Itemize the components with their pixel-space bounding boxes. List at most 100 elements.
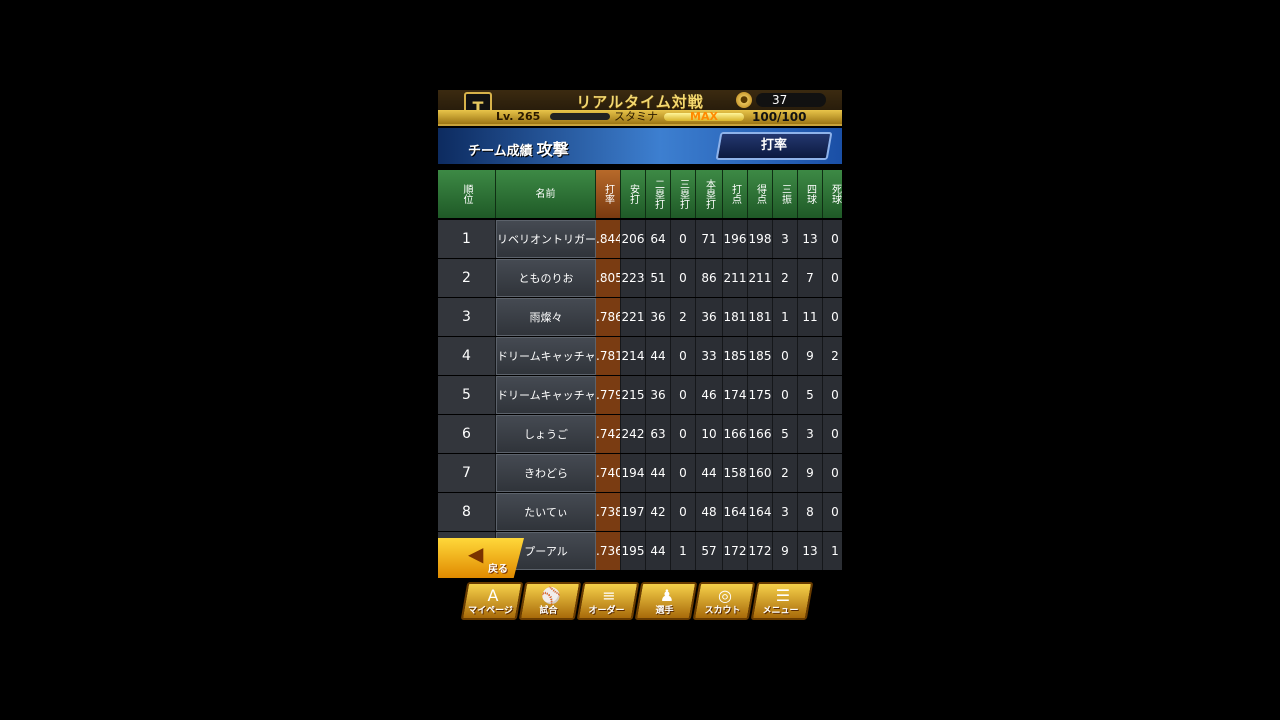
stat-cell: 57	[696, 532, 723, 570]
stat-cell: .736	[596, 532, 621, 570]
bottom-nav: A マイページ ⚾ 試合 ≡ オーダー ♟ 選手 ◎ スカウト ☰ メニュー	[438, 580, 842, 625]
stat-cell: 194	[621, 454, 646, 492]
level-stamina-bar: Lv. 265 スタミナ MAX 100/100	[438, 110, 842, 124]
table-row[interactable]: 2 とものりお .805 223 51 0 86 211 211 2 7 0	[438, 259, 842, 297]
table-row[interactable]: 5 ドリームキャッチャー .779 215 36 0 46 174 175 0 5 0	[438, 376, 842, 414]
table-row[interactable]: 1 リベリオントリガー .844 206 64 0 71 196 198 3 13 0	[438, 220, 842, 258]
player-name-cell[interactable]: 雨燦々	[496, 298, 596, 336]
stat-cell: 215	[621, 376, 646, 414]
stat-cell: 181	[723, 298, 748, 336]
stat-cell: 0	[823, 220, 842, 258]
player-name-cell[interactable]: ドリームキャッチャー	[496, 337, 596, 375]
nav-label: 試合	[539, 606, 558, 616]
stat-cell: 0	[671, 493, 696, 531]
stat-cell: 2	[773, 259, 798, 297]
stat-cell: 0	[671, 376, 696, 414]
nav-label: オーダー	[588, 606, 625, 616]
stat-cell: 71	[696, 220, 723, 258]
stat-cell: 0	[671, 259, 696, 297]
stat-cell: 2	[823, 337, 842, 375]
nav-button[interactable]: ⚾ 試合	[518, 582, 582, 620]
stat-cell: 0	[823, 493, 842, 531]
section-header: チーム成績 攻撃 打率	[438, 128, 842, 164]
stat-cell: 158	[723, 454, 748, 492]
stat-cell: 164	[723, 493, 748, 531]
table-row[interactable]: 6 しょうご .742 242 63 0 10 166 166 5 3 0	[438, 415, 842, 453]
rank-cell: 4	[438, 337, 496, 375]
rank-cell: 7	[438, 454, 496, 492]
player-name-cell[interactable]: とものりお	[496, 259, 596, 297]
stat-cell: 166	[723, 415, 748, 453]
back-button[interactable]: ◀ 戻る	[438, 538, 524, 578]
stat-cell: 51	[646, 259, 671, 297]
stat-sort-label: 打率	[760, 138, 787, 153]
header-bar: T リアルタイム対戦 ● 37 Lv. 265 スタミナ MAX 100/100	[438, 90, 842, 126]
section-title-text: チーム成績	[468, 144, 533, 159]
player-name-cell[interactable]: たいてぃ	[496, 493, 596, 531]
stat-cell: 0	[671, 220, 696, 258]
nav-button[interactable]: ◎ スカウト	[692, 582, 756, 620]
stat-cell: 0	[773, 376, 798, 414]
stat-cell: 10	[696, 415, 723, 453]
stat-cell: 1	[823, 532, 842, 570]
player-name-cell[interactable]: しょうご	[496, 415, 596, 453]
stat-cell: 9	[773, 532, 798, 570]
stat-cell: 0	[773, 337, 798, 375]
player-name-cell[interactable]: ドリームキャッチャー	[496, 376, 596, 414]
stat-cell: 174	[723, 376, 748, 414]
player-name-cell[interactable]: リベリオントリガー	[496, 220, 596, 258]
exp-gauge	[550, 113, 610, 120]
stat-cell: 3	[773, 493, 798, 531]
stat-cell: 42	[646, 493, 671, 531]
nav-label: メニュー	[762, 606, 799, 616]
nav-button[interactable]: A マイページ	[460, 582, 524, 620]
stat-cell: 185	[748, 337, 773, 375]
stat-cell: .740	[596, 454, 621, 492]
stat-cell: 166	[748, 415, 773, 453]
column-header: 二塁打	[646, 170, 671, 218]
stat-cell: 160	[748, 454, 773, 492]
stamina-value: 100/100	[752, 110, 807, 124]
column-header: 打点	[723, 170, 748, 218]
stat-cell: 197	[621, 493, 646, 531]
column-header: 順位	[438, 170, 496, 218]
stat-cell: 11	[798, 298, 823, 336]
player-level: Lv. 265	[496, 110, 541, 123]
player-name-cell[interactable]: きわどら	[496, 454, 596, 492]
stat-cell: .779	[596, 376, 621, 414]
column-header: 四球	[798, 170, 823, 218]
stat-cell: 1	[671, 532, 696, 570]
table-row[interactable]: 4 ドリームキャッチャー .781 214 44 0 33 185 185 0 9 2	[438, 337, 842, 375]
stat-cell: 46	[696, 376, 723, 414]
stat-cell: 48	[696, 493, 723, 531]
stat-cell: 198	[748, 220, 773, 258]
stat-cell: 33	[696, 337, 723, 375]
stat-sort-button[interactable]: 打率	[715, 132, 833, 160]
column-header: 死球	[823, 170, 842, 218]
nav-label: スカウト	[704, 606, 741, 616]
table-row[interactable]: 8 たいてぃ .738 197 42 0 48 164 164 3 8 0	[438, 493, 842, 531]
stat-cell: 44	[646, 337, 671, 375]
nav-button[interactable]: ☰ メニュー	[750, 582, 814, 620]
stat-cell: 9	[798, 337, 823, 375]
stat-cell: 0	[823, 298, 842, 336]
stat-cell: 0	[671, 415, 696, 453]
table-row[interactable]: 7 きわどら .740 194 44 0 44 158 160 2 9 0	[438, 454, 842, 492]
column-header: 三振	[773, 170, 798, 218]
stat-cell: 195	[621, 532, 646, 570]
stat-cell: 0	[671, 454, 696, 492]
stamina-label: スタミナ	[614, 110, 658, 123]
rank-cell: 6	[438, 415, 496, 453]
stat-cell: 211	[748, 259, 773, 297]
column-header: 得点	[748, 170, 773, 218]
table-row[interactable]: 3 雨燦々 .786 221 36 2 36 181 181 1 11 0	[438, 298, 842, 336]
stat-cell: 223	[621, 259, 646, 297]
stat-cell: 3	[773, 220, 798, 258]
nav-button[interactable]: ♟ 選手	[634, 582, 698, 620]
stat-cell: .844	[596, 220, 621, 258]
column-header: 三塁打	[671, 170, 696, 218]
section-title: チーム成績 攻撃	[468, 136, 569, 160]
stat-cell: 172	[748, 532, 773, 570]
stat-cell: 172	[723, 532, 748, 570]
nav-button[interactable]: ≡ オーダー	[576, 582, 640, 620]
